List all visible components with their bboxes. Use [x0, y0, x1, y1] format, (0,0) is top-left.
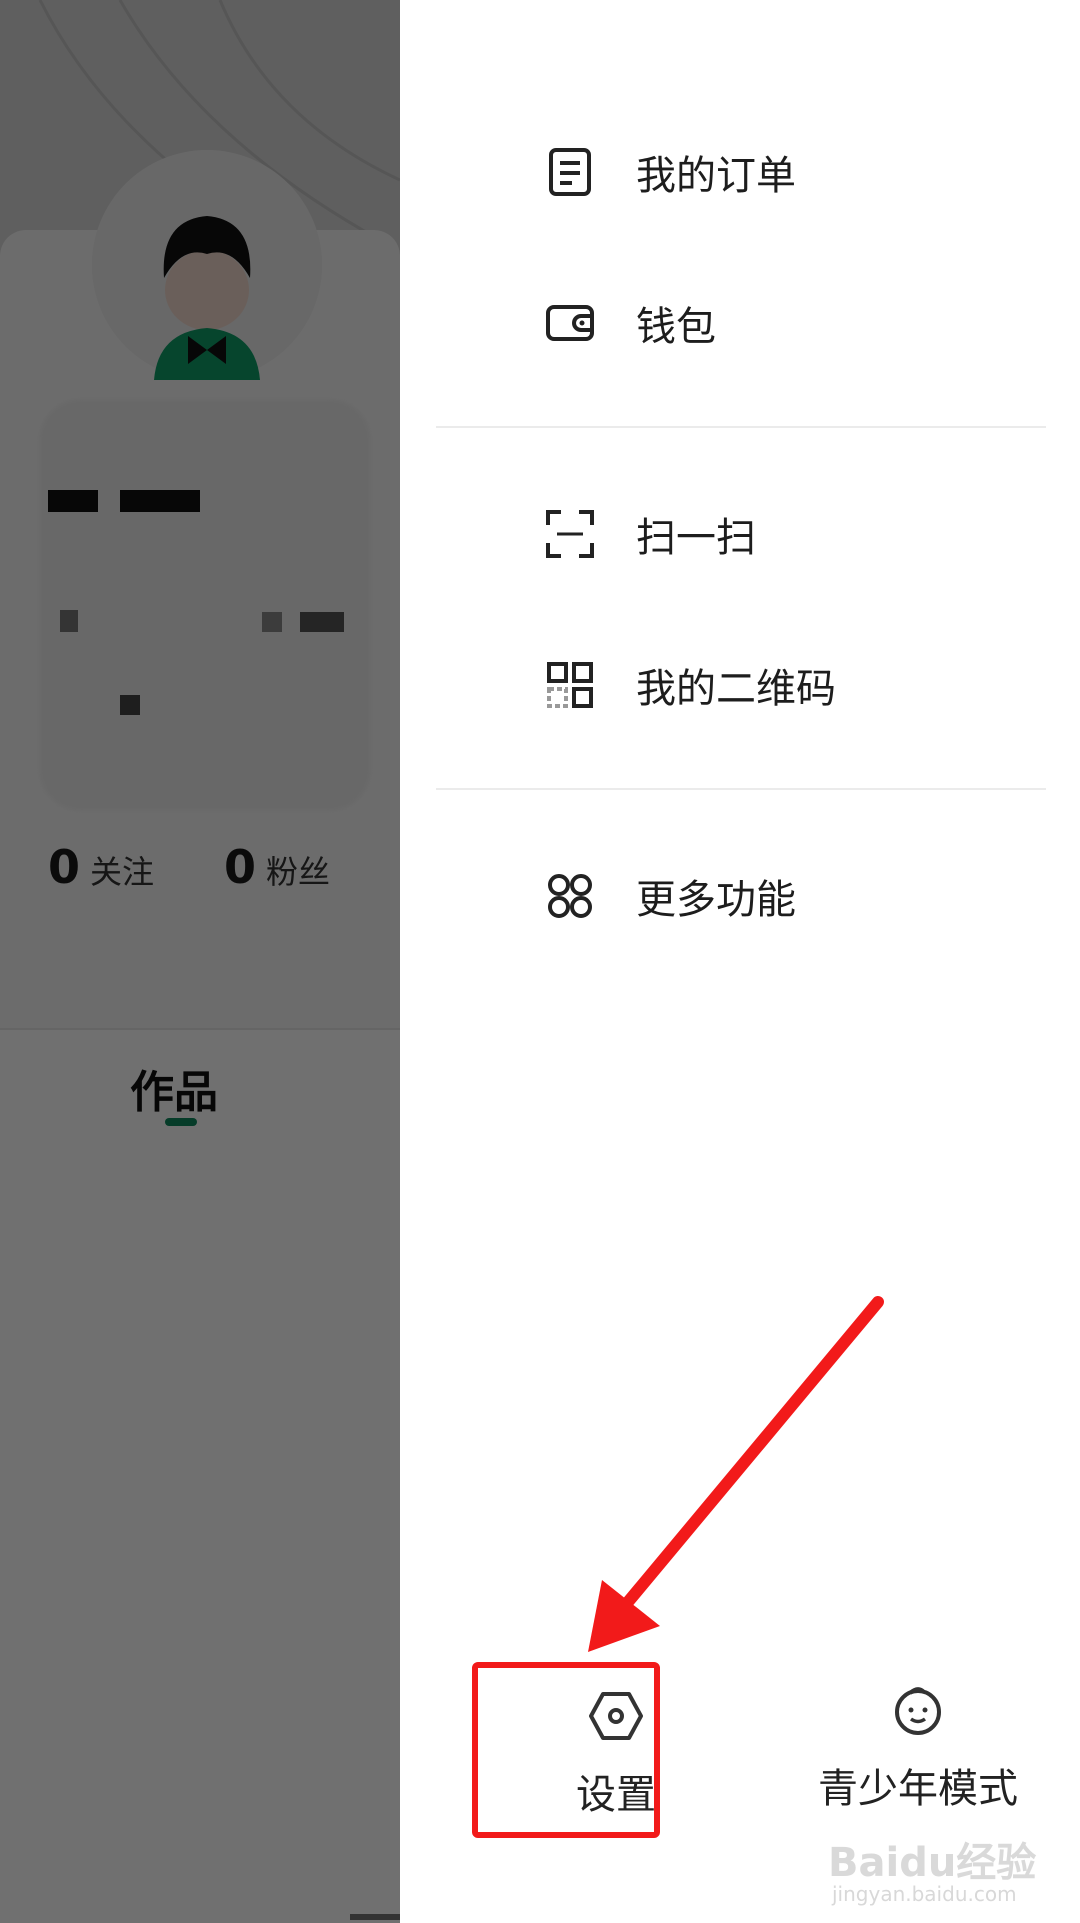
annotation-highlight-box	[472, 1662, 660, 1838]
watermark-url: jingyan.baidu.com	[832, 1882, 1017, 1906]
home-indicator	[350, 1914, 400, 1920]
annotation-arrow	[588, 1296, 884, 1652]
watermark-logo: Baidu经验	[828, 1840, 1037, 1886]
